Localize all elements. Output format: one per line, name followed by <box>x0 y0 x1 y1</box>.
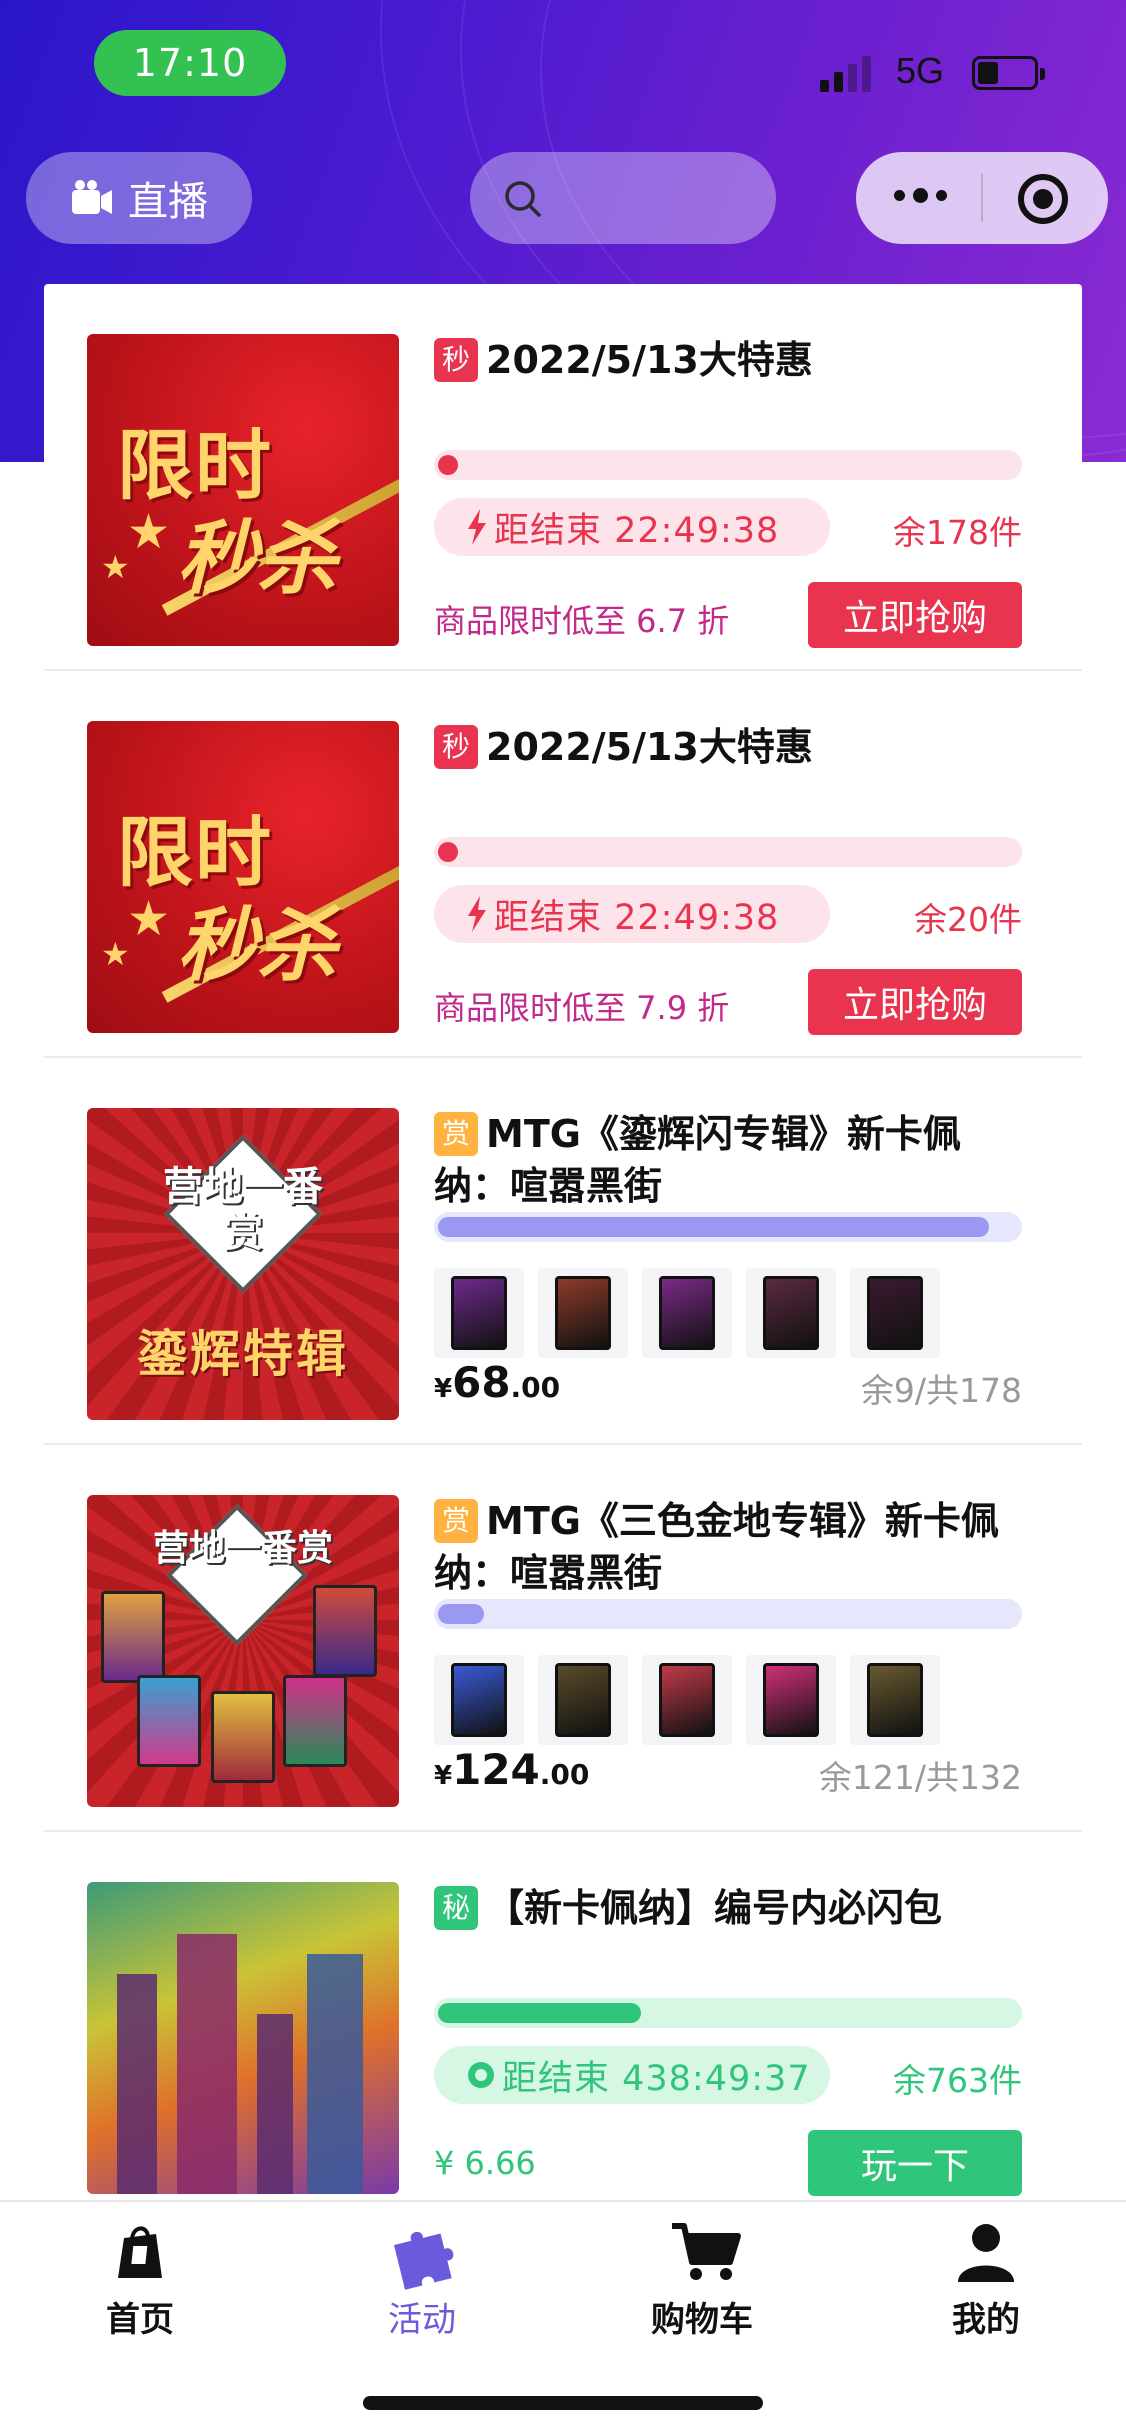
remaining-total: 余121/共132 <box>818 1758 1022 1797</box>
search-icon <box>505 181 541 217</box>
card-preview[interactable] <box>642 1655 732 1745</box>
close-target-icon[interactable] <box>1018 174 1068 224</box>
item-title: 秒 2022/5/13大特惠 <box>434 334 1022 386</box>
card-preview-strip <box>434 1268 940 1358</box>
item-price: ¥68.00 <box>434 1358 561 1407</box>
card-preview-strip <box>434 1655 940 1745</box>
stock-progress <box>434 450 1022 480</box>
list-item[interactable]: ★ ★ 限时 秒杀 秒 2022/5/13大特惠 距结束 22:49:38 余17… <box>44 284 1082 671</box>
signal-icon <box>820 56 884 92</box>
card-preview[interactable] <box>746 1655 836 1745</box>
lightning-icon <box>468 509 486 545</box>
item-title: 秒 2022/5/13大特惠 <box>434 721 1022 773</box>
search-bar[interactable] <box>470 152 776 244</box>
user-icon <box>954 2220 1018 2284</box>
remaining-count: 余763件 <box>893 2061 1022 2100</box>
countdown-badge: 距结束 438:49:37 <box>434 2046 830 2104</box>
list-item[interactable]: 营地一番赏 赏 MTG《三色金地专辑》新卡佩纳：喧嚣黑街 ¥124.00 余121… <box>44 1445 1082 1832</box>
home-indicator <box>363 2396 763 2410</box>
activity-list: ★ ★ 限时 秒杀 秒 2022/5/13大特惠 距结束 22:49:38 余17… <box>44 284 1082 2219</box>
stock-progress <box>434 1212 1022 1242</box>
remaining-count: 余20件 <box>914 900 1022 939</box>
item-title: 赏 MTG《鎏辉闪专辑》新卡佩纳：喧嚣黑街 <box>434 1112 961 1208</box>
puzzle-icon <box>390 2220 454 2290</box>
live-button[interactable]: 直播 <box>26 152 252 244</box>
reward-tag: 赏 <box>434 1112 478 1156</box>
network-label: 5G <box>896 50 945 91</box>
buy-now-button[interactable]: 立即抢购 <box>808 582 1022 648</box>
card-preview[interactable] <box>434 1268 524 1358</box>
flash-sale-thumbnail: ★ ★ 限时 秒杀 <box>87 334 399 646</box>
flash-tag: 秒 <box>434 725 478 769</box>
card-preview[interactable] <box>538 1268 628 1358</box>
lightning-icon <box>468 896 486 932</box>
tab-home[interactable]: 首页 <box>40 2220 240 2341</box>
item-title: 赏 MTG《三色金地专辑》新卡佩纳：喧嚣黑街 <box>434 1499 999 1595</box>
card-preview[interactable] <box>434 1655 524 1745</box>
cart-icon <box>670 2220 741 2284</box>
list-item[interactable]: 秘【新卡佩纳】编号内必闪包 距结束 438:49:37 余763件 ¥ 6.66… <box>44 1832 1082 2219</box>
countdown-badge: 距结束 22:49:38 <box>434 885 830 943</box>
ichiban-thumbnail: 营地一番赏 <box>87 1495 399 1807</box>
buy-now-button[interactable]: 立即抢购 <box>808 969 1022 1035</box>
remaining-total: 余9/共178 <box>860 1371 1022 1410</box>
more-icon[interactable] <box>894 188 947 203</box>
card-preview[interactable] <box>850 1655 940 1745</box>
item-title: 秘【新卡佩纳】编号内必闪包 <box>434 1882 1022 1934</box>
clock-icon <box>468 2062 494 2088</box>
discount-text: 商品限时低至 6.7 折 <box>434 602 730 640</box>
status-bar: 17:10 5G <box>0 0 1126 130</box>
flash-sale-thumbnail: ★ ★ 限时 秒杀 <box>87 721 399 1033</box>
capsule-divider <box>981 174 983 222</box>
ichiban-thumbnail: 营地一番赏 鎏辉特辑 <box>87 1108 399 1420</box>
tab-profile[interactable]: 我的 <box>886 2220 1086 2341</box>
countdown-badge: 距结束 22:49:38 <box>434 498 830 556</box>
stock-progress <box>434 1599 1022 1629</box>
card-preview[interactable] <box>850 1268 940 1358</box>
camera-icon <box>72 180 112 214</box>
status-time: 17:10 <box>94 30 286 96</box>
live-label: 直播 <box>128 179 208 225</box>
reward-tag: 赏 <box>434 1499 478 1543</box>
secret-tag: 秘 <box>434 1886 478 1930</box>
item-price: ¥124.00 <box>434 1745 590 1794</box>
list-item[interactable]: 营地一番赏 鎏辉特辑 赏 MTG《鎏辉闪专辑》新卡佩纳：喧嚣黑街 ¥68.00 余… <box>44 1058 1082 1445</box>
item-price: ¥ 6.66 <box>434 2144 536 2182</box>
play-button[interactable]: 玩一下 <box>808 2130 1022 2196</box>
card-preview[interactable] <box>642 1268 732 1358</box>
stock-progress <box>434 837 1022 867</box>
list-item[interactable]: ★ ★ 限时 秒杀 秒 2022/5/13大特惠 距结束 22:49:38 余20… <box>44 671 1082 1058</box>
shopping-bag-icon <box>108 2220 172 2284</box>
remaining-count: 余178件 <box>893 513 1022 552</box>
card-preview[interactable] <box>746 1268 836 1358</box>
flash-tag: 秒 <box>434 338 478 382</box>
battery-icon <box>972 56 1045 90</box>
tab-activity[interactable]: 活动 <box>322 2220 522 2341</box>
mini-program-capsule <box>856 152 1108 244</box>
tab-cart[interactable]: 购物车 <box>602 2220 802 2341</box>
pack-thumbnail <box>87 1882 399 2194</box>
card-preview[interactable] <box>538 1655 628 1745</box>
discount-text: 商品限时低至 7.9 折 <box>434 989 730 1027</box>
stock-progress <box>434 1998 1022 2028</box>
